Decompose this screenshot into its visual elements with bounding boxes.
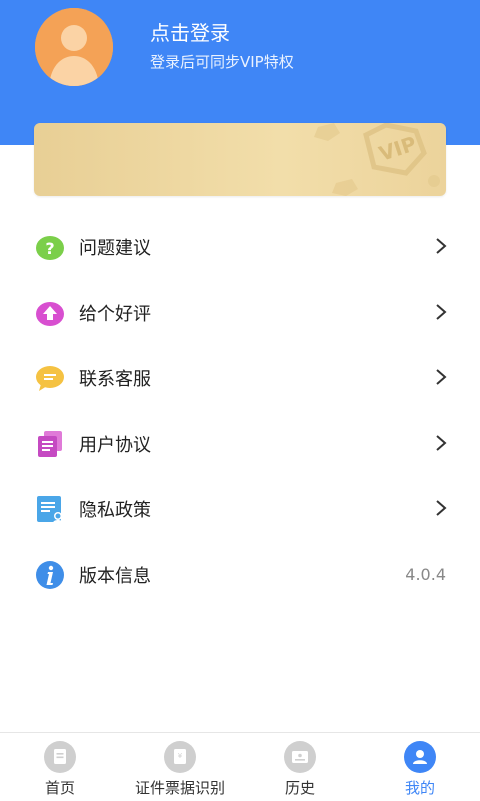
home-doc-icon: [44, 741, 76, 773]
menu-label: 版本信息: [79, 565, 151, 587]
question-icon: ?: [36, 236, 64, 260]
menu-label: 联系客服: [79, 369, 151, 390]
menu-item-privacy-policy[interactable]: 隐私政策: [0, 477, 480, 543]
tab-history[interactable]: 历史: [240, 733, 360, 801]
login-subtitle: 登录后可同步VIP特权: [150, 53, 294, 71]
tab-profile[interactable]: 我的: [360, 733, 480, 801]
menu-item-support[interactable]: 联系客服: [0, 346, 480, 412]
tab-label: 证件票据识别: [134, 779, 225, 797]
vip-badge-icon: VIP: [314, 123, 440, 196]
chat-icon: [36, 366, 64, 391]
privacy-doc-icon: [37, 496, 63, 523]
rate-up-icon: [36, 301, 64, 326]
tab-label: 首页: [44, 779, 75, 797]
chevron-right-icon: [436, 434, 447, 451]
menu-label: 给个好评: [79, 303, 151, 325]
history-card-icon: [284, 741, 316, 773]
menu-item-feedback[interactable]: ? 问题建议: [0, 215, 480, 281]
version-number: 4.0.4: [405, 564, 446, 584]
login-prompt[interactable]: 点击登录: [150, 17, 230, 46]
menu-label: 用户协议: [79, 434, 151, 456]
chevron-right-icon: [436, 303, 447, 320]
scan-id-icon: ¥: [164, 741, 196, 773]
menu-label: 隐私政策: [79, 500, 151, 521]
svg-text:?: ?: [45, 239, 54, 258]
document-stack-icon: [38, 430, 62, 457]
tab-scan-documents[interactable]: ¥ 证件票据识别: [120, 733, 240, 801]
user-avatar-icon[interactable]: [35, 8, 113, 86]
chevron-right-icon: [436, 238, 447, 254]
chevron-right-icon: [436, 369, 447, 385]
menu-label: 问题建议: [79, 238, 151, 259]
menu-item-user-agreement[interactable]: 用户协议: [0, 412, 480, 478]
chevron-right-icon: [436, 500, 447, 516]
tab-label: 历史: [284, 779, 315, 797]
profile-icon: [404, 741, 436, 773]
tab-home[interactable]: 首页: [0, 733, 120, 801]
vip-badge-text: VIP: [376, 131, 419, 165]
menu-item-rate[interactable]: 给个好评: [0, 281, 480, 347]
svg-text:¥: ¥: [178, 752, 183, 760]
tab-label: 我的: [404, 779, 435, 797]
bottom-tab-bar: 首页 ¥ 证件票据识别 历史 我的: [0, 732, 480, 801]
menu-item-version[interactable]: 版本信息 4.0.4: [0, 543, 480, 609]
vip-banner[interactable]: VIP: [34, 123, 446, 196]
settings-menu: ? 问题建议 给个好评 联系客服 用户协议 隐私政策 版本信息 4.0.4: [0, 215, 480, 608]
info-icon: [36, 560, 64, 589]
